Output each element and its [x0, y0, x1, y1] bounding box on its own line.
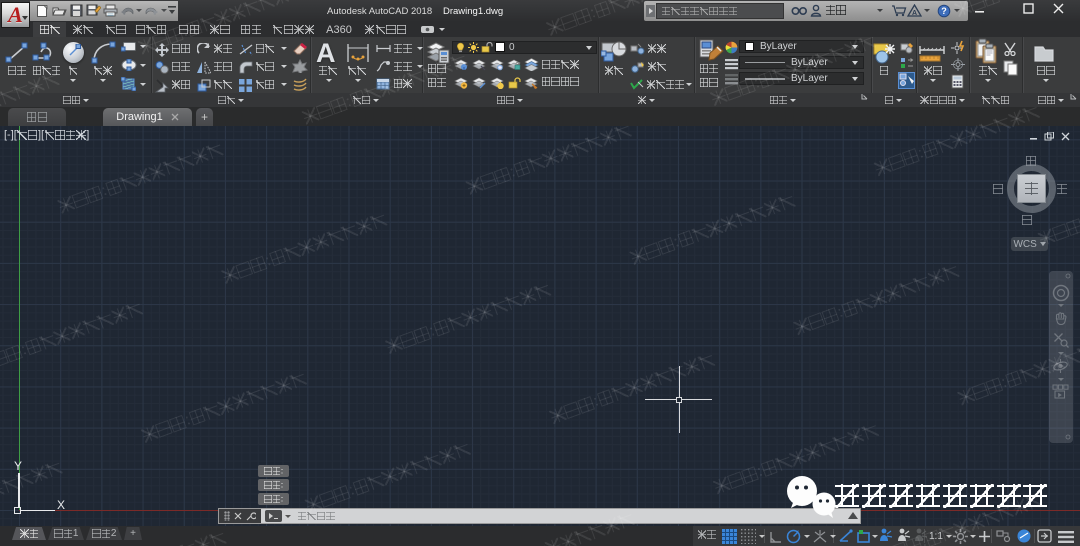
svg-text:?: ?: [941, 6, 947, 16]
svg-text:A: A: [912, 10, 917, 17]
